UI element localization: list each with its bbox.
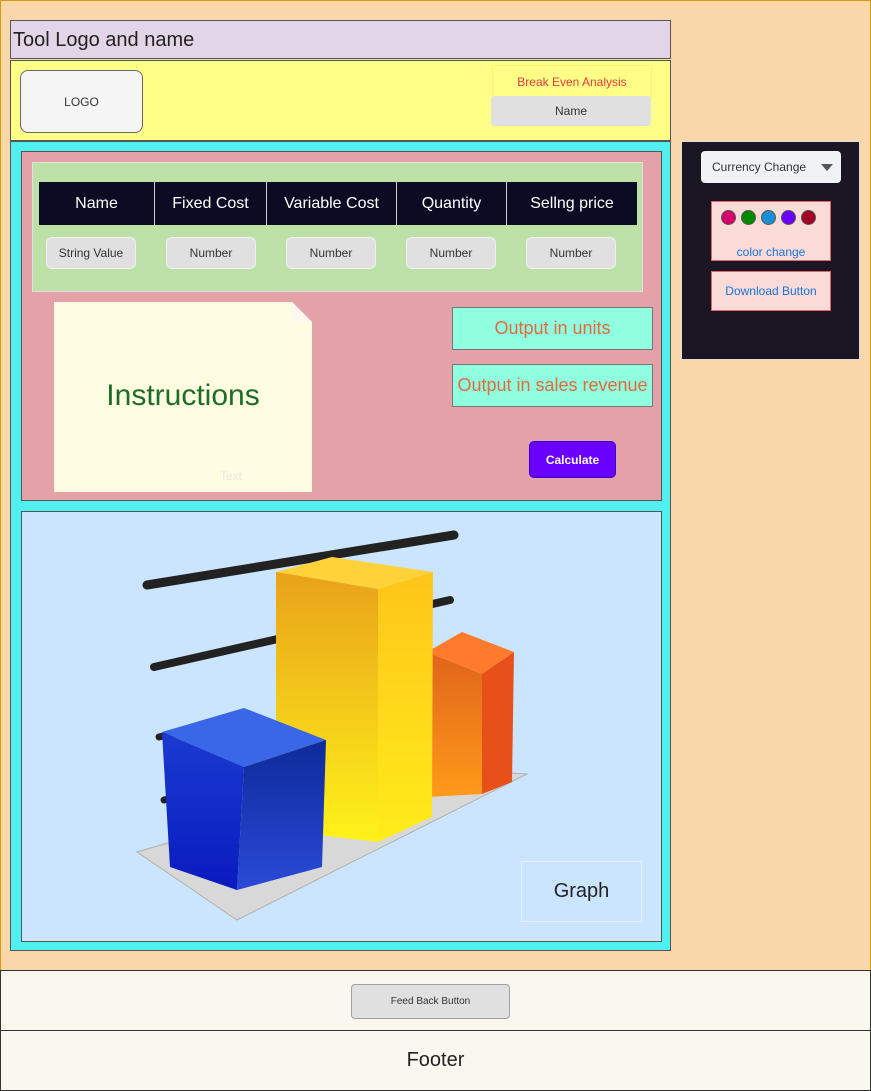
calculate-button[interactable]: Calculate: [529, 441, 616, 478]
footer: Footer: [0, 1030, 871, 1091]
orange-bar-side: [482, 652, 514, 794]
logo[interactable]: LOGO: [20, 70, 143, 133]
color-swatch-magenta[interactable]: [721, 210, 736, 225]
instructions-title: Instructions: [106, 379, 260, 412]
name-input[interactable]: String Value: [46, 237, 136, 269]
app-name-label: Break Even Analysis: [492, 65, 652, 98]
column-header-name: Name: [39, 182, 155, 225]
settings-panel: Currency Change color change Download Bu…: [681, 141, 860, 360]
orange-bar-front: [427, 652, 482, 797]
color-swatch-green[interactable]: [741, 210, 756, 225]
color-swatch-violet[interactable]: [781, 210, 796, 225]
column-header-quantity: Quantity: [397, 182, 507, 225]
color-swatch-blue[interactable]: [761, 210, 776, 225]
download-button[interactable]: Download Button: [711, 271, 831, 311]
column-header-variable-cost: Variable Cost: [267, 182, 397, 225]
yellow-bar-side: [378, 572, 433, 842]
note-fold-corner: [292, 302, 312, 322]
selling-price-input[interactable]: Number: [526, 237, 616, 269]
feedback-bar: Feed Back Button: [0, 970, 871, 1030]
chevron-down-icon: [821, 164, 833, 171]
currency-dropdown[interactable]: Currency Change: [701, 151, 841, 183]
output-units: Output in units: [452, 307, 653, 350]
variable-cost-input[interactable]: Number: [286, 237, 376, 269]
fixed-cost-input[interactable]: Number: [166, 237, 256, 269]
tool-title: Tool Logo and name: [10, 20, 671, 59]
header-bar: LOGO Break Even Analysis Name: [10, 60, 671, 141]
column-header-fixed-cost: Fixed Cost: [155, 182, 267, 225]
graph-panel: Graph: [21, 511, 662, 942]
graph-label: Graph: [521, 861, 642, 922]
instructions-text: Text: [220, 469, 243, 483]
input-table: Name Fixed Cost Variable Cost Quantity S…: [32, 162, 643, 292]
main-content: Name Fixed Cost Variable Cost Quantity S…: [10, 141, 671, 951]
user-name-button[interactable]: Name: [491, 96, 651, 126]
quantity-input[interactable]: Number: [406, 237, 496, 269]
output-sales-revenue: Output in sales revenue: [452, 364, 653, 407]
color-swatch-crimson[interactable]: [801, 210, 816, 225]
instructions-note: Instructions Text: [54, 302, 312, 492]
color-change-label[interactable]: color change: [712, 245, 830, 259]
color-picker: color change: [711, 201, 831, 261]
currency-dropdown-label: Currency Change: [712, 160, 807, 174]
column-header-selling-price: Sellng price: [507, 182, 637, 225]
feedback-button[interactable]: Feed Back Button: [351, 984, 510, 1019]
analysis-panel: Name Fixed Cost Variable Cost Quantity S…: [21, 151, 662, 501]
